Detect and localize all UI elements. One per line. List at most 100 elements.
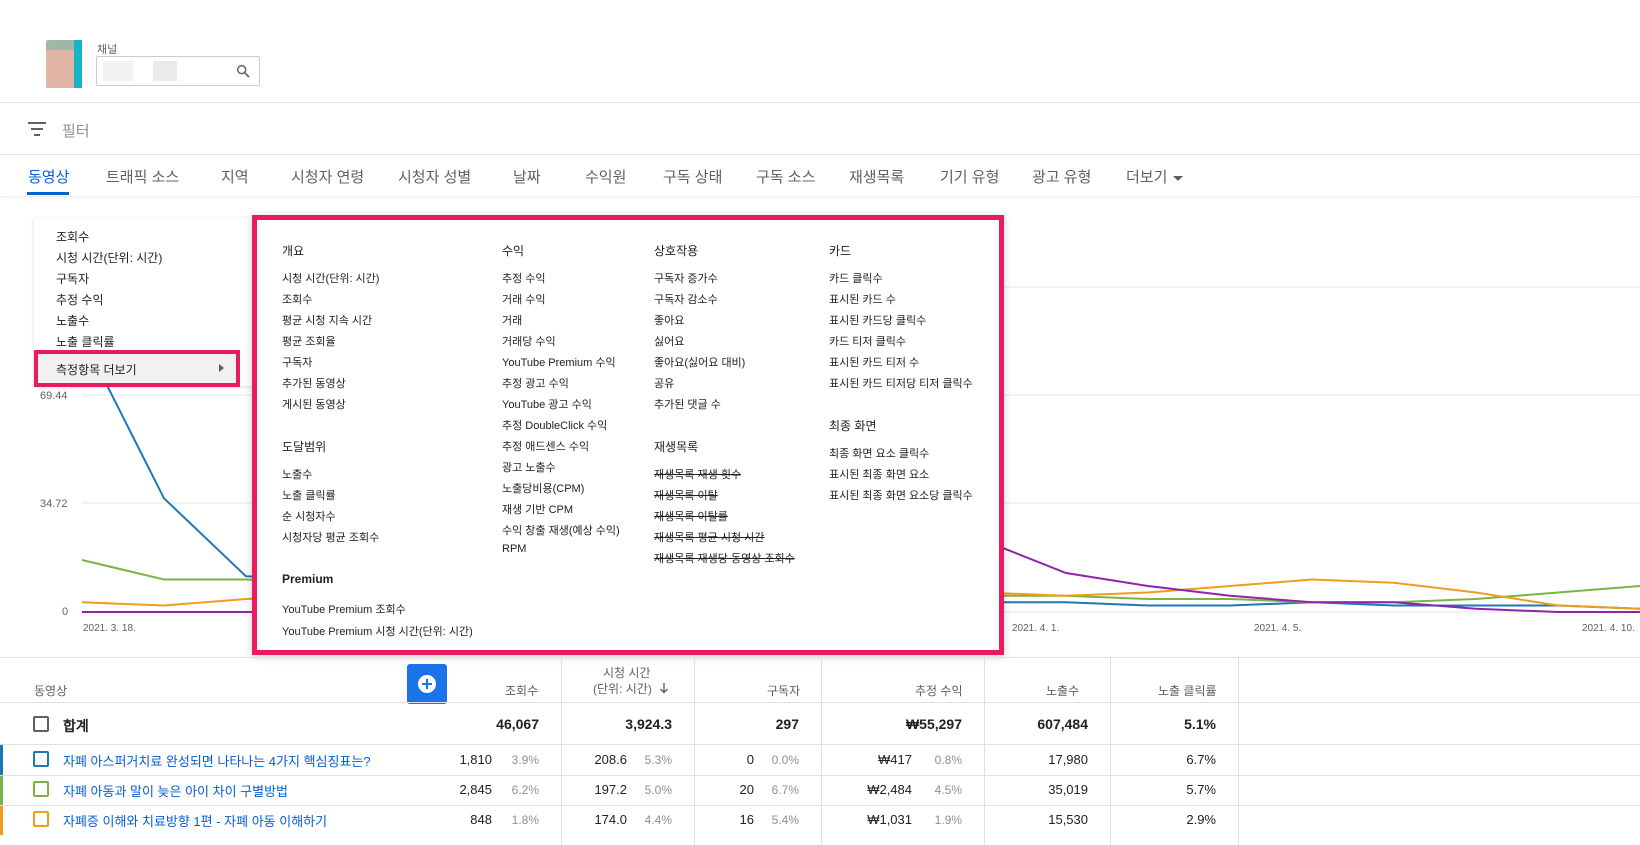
metric-option[interactable]: 추정 수익 bbox=[502, 270, 546, 286]
tab-video[interactable]: 동영상 bbox=[28, 166, 69, 187]
metric-option[interactable]: 순 시청자수 bbox=[282, 508, 336, 524]
metric-option[interactable]: 추정 애드센스 수익 bbox=[502, 438, 589, 454]
metric-option[interactable]: YouTube Premium 조회수 bbox=[282, 601, 406, 617]
metric-item-revenue[interactable]: 추정 수익 bbox=[56, 291, 104, 308]
add-column-button[interactable] bbox=[407, 664, 447, 704]
metric-option[interactable]: 추정 DoubleClick 수익 bbox=[502, 417, 607, 433]
column-separator bbox=[561, 657, 562, 845]
cell-subscribers-pct: 0.0% bbox=[771, 753, 799, 767]
metric-option[interactable]: 구독자 증가수 bbox=[654, 270, 718, 286]
metric-option[interactable]: YouTube Premium 수익 bbox=[502, 354, 616, 370]
metric-option[interactable]: 공유 bbox=[654, 375, 674, 391]
metric-option[interactable]: 조회수 bbox=[282, 291, 312, 307]
tab-device-type[interactable]: 기기 유형 bbox=[940, 166, 999, 187]
tab-playlist[interactable]: 재생목록 bbox=[849, 166, 904, 187]
tab-subscription-source[interactable]: 구독 소스 bbox=[756, 166, 815, 187]
metric-option[interactable]: YouTube Premium 시청 시간(단위: 시간) bbox=[282, 623, 473, 639]
metric-item-ctr[interactable]: 노출 클릭률 bbox=[56, 333, 115, 350]
metric-option[interactable]: 노출수 bbox=[282, 466, 312, 482]
metric-option[interactable]: 평균 시청 지속 시간 bbox=[282, 312, 372, 328]
metric-option[interactable]: 재생 기반 CPM bbox=[502, 501, 573, 517]
tab-subscription-status[interactable]: 구독 상태 bbox=[663, 166, 722, 187]
tab-date[interactable]: 날짜 bbox=[513, 166, 541, 187]
metric-item-watch-time[interactable]: 시청 시간(단위: 시간) bbox=[56, 249, 162, 266]
metric-option-disabled: 재생목록 재생 횟수 bbox=[654, 469, 742, 481]
more-metrics-label: 측정항목 더보기 bbox=[56, 363, 137, 377]
metric-option[interactable]: 수익 창출 재생(예상 수익) bbox=[502, 522, 620, 538]
cell-revenue: ₩417 bbox=[878, 752, 912, 767]
column-header-video[interactable]: 동영상 bbox=[34, 682, 67, 699]
video-title-link[interactable]: 자폐 아스퍼거치료 완성되면 나타나는 4가지 핵심징표는? bbox=[63, 751, 371, 770]
video-title-link[interactable]: 자폐증 이해와 치료방향 1편 - 자폐 아동 이해하기 bbox=[63, 811, 327, 830]
metric-option[interactable]: 거래 bbox=[502, 312, 522, 328]
metric-option[interactable]: 표시된 카드당 클릭수 bbox=[829, 312, 926, 328]
channel-search-input[interactable] bbox=[96, 56, 260, 86]
search-icon[interactable] bbox=[235, 63, 251, 79]
column-header-subscribers[interactable]: 구독자 bbox=[767, 682, 800, 699]
row-checkbox[interactable] bbox=[33, 811, 49, 827]
metric-item-impressions[interactable]: 노출수 bbox=[56, 312, 89, 329]
metric-option[interactable]: 광고 노출수 bbox=[502, 459, 556, 475]
blurred-text bbox=[103, 61, 133, 81]
metric-option[interactable]: 게시된 동영상 bbox=[282, 396, 346, 412]
metric-item-views[interactable]: 조회수 bbox=[56, 228, 89, 245]
cell-watch-time-pct: 5.0% bbox=[644, 783, 672, 797]
tab-more[interactable]: 더보기 bbox=[1126, 166, 1184, 187]
metric-option[interactable]: 노출당비용(CPM) bbox=[502, 480, 584, 496]
tab-viewer-gender[interactable]: 시청자 성별 bbox=[398, 166, 471, 187]
column-header-impressions[interactable]: 노출수 bbox=[1046, 682, 1079, 699]
metric-option[interactable]: 시청자당 평균 조회수 bbox=[282, 529, 379, 545]
select-all-checkbox[interactable] bbox=[33, 716, 49, 732]
metric-option[interactable]: 표시된 최종 화면 요소 bbox=[829, 466, 929, 482]
metric-option[interactable]: 추가된 댓글 수 bbox=[654, 396, 721, 412]
column-header-revenue[interactable]: 추정 수익 bbox=[915, 682, 963, 699]
tab-geography[interactable]: 지역 bbox=[221, 166, 249, 187]
cell-ctr: 6.7% bbox=[1186, 752, 1216, 767]
metric-option[interactable]: 표시된 최종 화면 요소당 클릭수 bbox=[829, 487, 973, 503]
cell-revenue-pct: 1.9% bbox=[934, 813, 962, 827]
metric-option[interactable]: 시청 시간(단위: 시간) bbox=[282, 270, 379, 286]
total-watch-time: 3,924.3 bbox=[625, 716, 672, 732]
x-tick-label: 2021. 4. 1. bbox=[1012, 623, 1059, 634]
metric-option[interactable]: 싫어요 bbox=[654, 333, 684, 349]
video-title-link[interactable]: 자폐 아동과 말이 늦은 아이 차이 구별방법 bbox=[63, 781, 288, 800]
y-tick-label: 69.44 bbox=[40, 390, 68, 402]
row-checkbox[interactable] bbox=[33, 751, 49, 767]
metric-option[interactable]: 카드 티저 클릭수 bbox=[829, 333, 906, 349]
filter-label[interactable]: 필터 bbox=[62, 120, 90, 141]
metric-option[interactable]: 표시된 카드 티저 수 bbox=[829, 354, 919, 370]
metric-option[interactable]: 최종 화면 요소 클릭수 bbox=[829, 445, 929, 461]
metric-option[interactable]: RPM bbox=[502, 543, 526, 555]
metric-option[interactable]: 구독자 bbox=[282, 354, 312, 370]
filter-icon[interactable] bbox=[28, 121, 48, 137]
metric-option[interactable]: 거래 수익 bbox=[502, 291, 546, 307]
metric-option[interactable]: 좋아요(싫어요 대비) bbox=[654, 354, 745, 370]
metric-option[interactable]: YouTube 광고 수익 bbox=[502, 396, 592, 412]
metric-option[interactable]: 좋아요 bbox=[654, 312, 684, 328]
tab-viewer-age[interactable]: 시청자 연령 bbox=[291, 166, 364, 187]
metric-option[interactable]: 평균 조회율 bbox=[282, 333, 336, 349]
metric-option[interactable]: 거래당 수익 bbox=[502, 333, 556, 349]
metric-item-subscribers[interactable]: 구독자 bbox=[56, 270, 89, 287]
column-header-views[interactable]: 조회수 bbox=[505, 682, 538, 699]
column-header-ctr[interactable]: 노출 클릭률 bbox=[1158, 682, 1217, 699]
metric-option[interactable]: 추정 광고 수익 bbox=[502, 375, 569, 391]
tab-ad-type[interactable]: 광고 유형 bbox=[1032, 166, 1091, 187]
more-metrics-button[interactable]: 측정항목 더보기 bbox=[34, 350, 240, 387]
tab-revenue-source[interactable]: 수익원 bbox=[585, 166, 626, 187]
cell-views: 1,810 bbox=[459, 752, 492, 767]
section-title-overview: 개요 bbox=[282, 244, 305, 258]
tab-traffic-source[interactable]: 트래픽 소스 bbox=[106, 166, 179, 187]
metric-option[interactable]: 표시된 카드 수 bbox=[829, 291, 896, 307]
column-header-watch-time-unit[interactable]: (단위: 시간) bbox=[593, 680, 652, 697]
metric-option[interactable]: 추가된 동영상 bbox=[282, 375, 346, 391]
metric-option[interactable]: 구독자 감소수 bbox=[654, 291, 718, 307]
metric-option[interactable]: 카드 클릭수 bbox=[829, 270, 883, 286]
sort-down-icon[interactable] bbox=[659, 682, 669, 694]
row-checkbox[interactable] bbox=[33, 781, 49, 797]
filter-divider bbox=[0, 154, 1640, 155]
column-header-watch-time[interactable]: 시청 시간 bbox=[603, 664, 651, 681]
metric-option[interactable]: 노출 클릭률 bbox=[282, 487, 336, 503]
cell-revenue: ₩1,031 bbox=[867, 812, 912, 827]
metric-option[interactable]: 표시된 카드 티저당 티저 클릭수 bbox=[829, 375, 973, 391]
